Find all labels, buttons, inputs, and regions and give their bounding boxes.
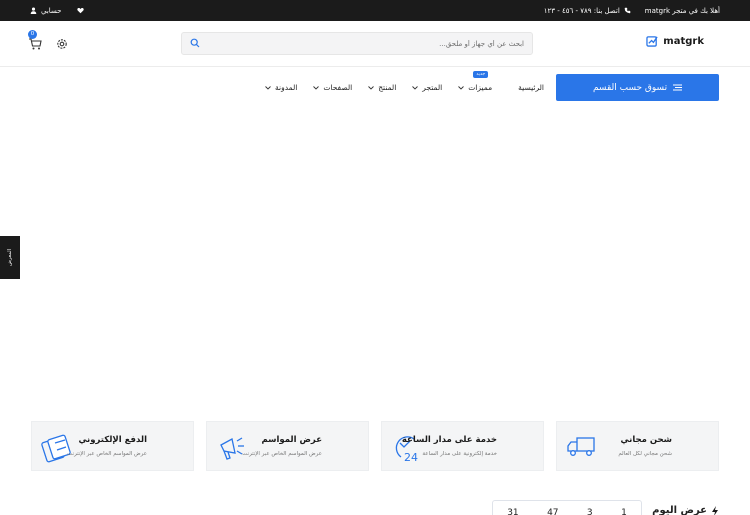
feature-title: الدفع الإلكتروني [78,435,147,445]
countdown-days: 1 [621,508,627,515]
credit-card-icon [41,434,71,463]
nav-item-product[interactable]: المنتج [368,83,396,92]
phone-icon [624,7,631,14]
feature-24h-service: 24 خدمة على مدار الساعة خدمة إلكترونية ع… [381,421,544,471]
header-actions: 0 [28,30,68,50]
wishlist-button[interactable] [77,7,84,14]
account-label: حسابي [41,6,62,15]
bolt-icon [712,505,718,515]
nav-item-label: الرئيسية [518,83,544,92]
user-icon [30,7,37,14]
shop-by-category-label: تسوق حسب القسم [592,82,668,93]
heart-icon [77,7,84,14]
countdown-hours: 3 [586,508,593,515]
cart-count-badge: 0 [28,30,37,39]
side-tab-label: المعرض [7,248,13,267]
nav-item-label: المتجر [422,83,443,92]
feature-season-offers: عرض المواسم عرض المواسم الخاص عبر الإنتر… [206,421,369,471]
nav-item-label: المنتج [378,83,397,92]
nav-item-label: الصفحات [323,83,353,92]
main-nav: تسوق حسب القسم الرئيسية جديد مميزات المت… [0,67,750,107]
phone-info: اتصل بنا: ٧٨٩ - ٤٥٦ - ١٢٣ [544,7,631,15]
logo-icon [646,36,658,47]
feature-subtitle: عرض المواسم الخاص عبر الإنترنت [242,451,322,457]
nav-item-pages[interactable]: الصفحات [313,83,352,92]
countdown-minutes: 47 [547,508,559,515]
new-badge: جديد [473,71,489,78]
chevron-down-icon [313,85,320,90]
feature-subtitle: شحن مجاني لكل العالم [618,451,672,457]
feature-e-payment: الدفع الإلكتروني عرض المواسم الخاص عبر ا… [31,421,194,471]
svg-text:24: 24 [404,451,418,463]
nav-item-shop[interactable]: المتجر [412,83,442,92]
search-icon[interactable] [190,38,200,48]
feature-title: خدمة على مدار الساعة [401,435,497,445]
feature-subtitle: عرض المواسم الخاص عبر الإنترنت [67,451,147,457]
megaphone-icon [220,437,244,460]
deal-title: عرض اليوم [652,505,707,515]
top-bar-actions: حسابي [30,0,84,21]
chevron-down-icon [368,85,375,90]
side-gallery-tab[interactable]: المعرض [0,236,20,279]
nav-item-home[interactable]: الرئيسية [518,83,544,92]
account-link[interactable]: حسابي [30,7,62,15]
welcome-text: أهلا بك في متجر matgrk [644,6,720,15]
gear-icon [57,39,67,49]
top-bar: أهلا بك في متجر matgrk اتصل بنا: ٧٨٩ - ٤… [0,0,750,21]
nav-item-label: المدونة [274,83,298,92]
nav-item-features[interactable]: جديد مميزات [458,71,493,92]
feature-free-shipping: شحن مجاني شحن مجاني لكل العالم [556,421,719,471]
feature-title: عرض المواسم [261,435,322,445]
deal-countdown: 1 3 47 31 [492,500,642,515]
menu-icon [673,84,683,91]
header: matgrk 0 [0,21,750,67]
cart-button[interactable]: 0 [28,30,42,50]
truck-icon [567,437,595,456]
features-row: شحن مجاني شحن مجاني لكل العالم 24 خدمة ع… [31,421,719,471]
settings-button[interactable] [56,35,68,49]
nav-item-label: مميزات [468,83,493,92]
chevron-down-icon [265,85,271,90]
deal-of-day-heading: عرض اليوم [652,505,719,515]
menu: الرئيسية جديد مميزات المتجر المنتج الصفح… [265,71,544,101]
shop-by-category-button[interactable]: تسوق حسب القسم [556,74,719,101]
chevron-down-icon [458,85,465,90]
search-bar [181,32,533,55]
phone-text: اتصل بنا: ٧٨٩ - ٤٥٦ - ١٢٣ [543,6,620,15]
feature-subtitle: خدمة إلكترونية على مدار الساعة [422,451,497,457]
countdown-seconds: 31 [507,508,519,515]
logo-text: matgrk [663,35,704,47]
logo[interactable]: matgrk [646,35,704,47]
cart-icon [29,38,42,50]
feature-title: شحن مجاني [620,435,672,445]
top-bar-info: أهلا بك في متجر matgrk اتصل بنا: ٧٨٩ - ٤… [544,0,720,21]
chevron-down-icon [412,85,419,90]
search-input[interactable] [204,33,524,54]
nav-item-blog[interactable]: المدونة [265,83,297,92]
